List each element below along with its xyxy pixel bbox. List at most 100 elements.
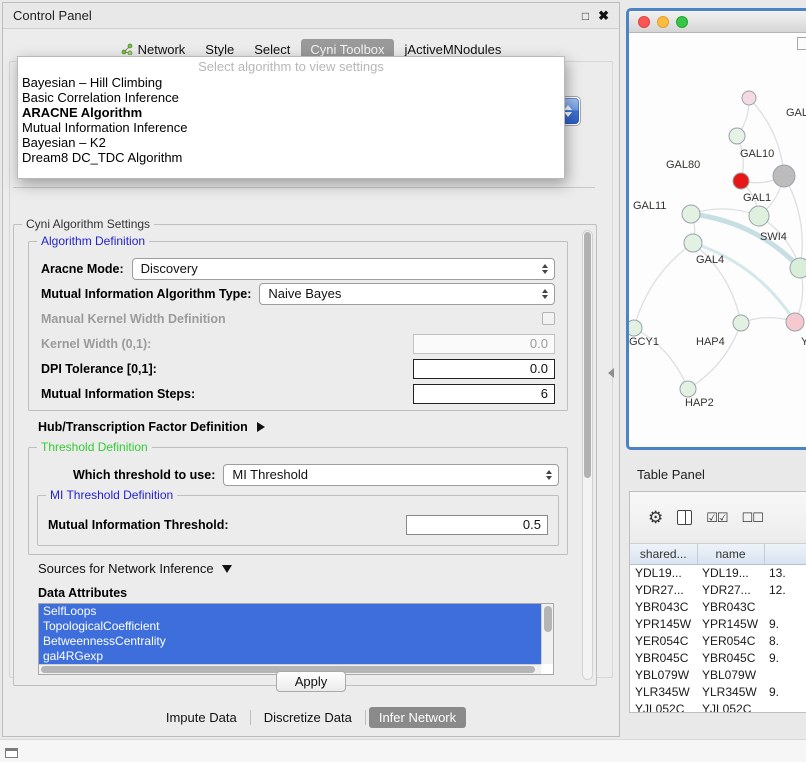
select-all-icon[interactable]: ☑☑ [706, 510, 727, 526]
close-panel-icon[interactable]: ✖ [598, 8, 609, 24]
table-row[interactable]: YBR043CYBR043C [630, 598, 806, 615]
table-row[interactable]: YPR145WYPR145W9. [630, 615, 806, 632]
network-node[interactable] [680, 381, 696, 397]
combo-arrows-icon [546, 470, 554, 480]
algorithm-option[interactable]: Bayesian – K2 [20, 135, 562, 150]
mi-threshold-field[interactable] [406, 515, 548, 535]
table-row[interactable]: YER054CYER054C8. [630, 632, 806, 649]
table-cell[interactable]: 8. [764, 632, 806, 649]
network-node[interactable] [629, 320, 642, 336]
network-canvas[interactable]: GALGAL80GAL10GAL11GAL1SWI4GAL4GCY1HAP4YH… [629, 33, 806, 447]
table-cell[interactable]: YBR043C [630, 598, 697, 615]
network-svg[interactable]: GALGAL80GAL10GAL11GAL1SWI4GAL4GCY1HAP4YH… [629, 33, 806, 447]
table-cell[interactable]: YJL052C [697, 700, 764, 713]
attribute-item[interactable]: SelfLoops [39, 604, 541, 619]
network-node[interactable] [749, 206, 769, 226]
list-vertical-scrollbar[interactable] [541, 604, 553, 664]
network-edge[interactable] [749, 98, 784, 176]
settings-scrollbar[interactable] [582, 230, 593, 680]
network-node[interactable] [682, 205, 700, 223]
dpi-tolerance-field[interactable] [413, 359, 555, 379]
table-cell[interactable]: 9. [764, 615, 806, 632]
close-button[interactable] [638, 16, 650, 28]
apply-button[interactable]: Apply [276, 671, 347, 692]
algorithm-option[interactable]: Basic Correlation Inference [20, 90, 562, 105]
algorithm-option[interactable]: Bayesian – Hill Climbing [20, 75, 562, 90]
table-cell[interactable]: 9. [764, 683, 806, 700]
network-edge[interactable] [688, 323, 741, 389]
table-cell[interactable]: YER054C [630, 632, 697, 649]
table-cell[interactable]: 12. [764, 581, 806, 598]
cyni-algorithm-settings-group: Cyni Algorithm Settings Algorithm Defini… [13, 224, 597, 686]
table-cell[interactable]: YLR345W [697, 683, 764, 700]
column-header-name[interactable]: name [697, 544, 764, 564]
network-node[interactable] [786, 313, 804, 331]
which-threshold-select[interactable]: MI Threshold [223, 464, 559, 486]
table-cell[interactable]: YDL19... [630, 564, 697, 581]
network-node[interactable] [742, 91, 756, 105]
table-cell[interactable]: YBR045C [697, 649, 764, 666]
minimize-button[interactable] [657, 16, 669, 28]
table-cell[interactable]: 9. [764, 649, 806, 666]
manual-kernel-checkbox[interactable] [542, 312, 555, 325]
table-cell[interactable]: YLR345W [630, 683, 697, 700]
network-node[interactable] [733, 173, 749, 189]
mi-type-select[interactable]: Naive Bayes [259, 283, 555, 305]
panel-collapse-handle[interactable] [608, 368, 614, 378]
sources-toggle[interactable]: Sources for Network Inference [28, 555, 568, 582]
table-cell[interactable]: YDR27... [630, 581, 697, 598]
algorithm-option[interactable]: ARACNE Algorithm [20, 105, 562, 120]
column-header-extra[interactable] [764, 544, 806, 564]
data-attributes-list[interactable]: SelfLoopsTopologicalCoefficientBetweenne… [38, 603, 554, 675]
deselect-all-icon[interactable]: ☐☐ [742, 510, 763, 526]
table-cell[interactable]: YER054C [697, 632, 764, 649]
gear-icon[interactable]: ⚙ [648, 508, 663, 528]
network-node[interactable] [729, 128, 745, 144]
table-cell[interactable]: YPR145W [697, 615, 764, 632]
table-cell[interactable]: YPR145W [630, 615, 697, 632]
table-cell[interactable]: 13. [764, 564, 806, 581]
mi-steps-field[interactable] [413, 384, 555, 404]
mi-threshold-group: MI Threshold Definition Mutual Informati… [37, 495, 559, 546]
zoom-button[interactable] [676, 16, 688, 28]
table-panel-title: Table Panel [629, 461, 806, 487]
kernel-width-field[interactable] [413, 334, 555, 354]
table-cell[interactable]: YBR043C [697, 598, 764, 615]
table-row[interactable]: YBR045CYBR045C9. [630, 649, 806, 666]
table-cell[interactable]: YBL079W [697, 666, 764, 683]
table-row[interactable]: YDL19...YDL19...13. [630, 564, 806, 581]
tab-discretize-data[interactable]: Discretize Data [254, 707, 362, 728]
table-row[interactable]: YLR345WYLR345W9. [630, 683, 806, 700]
table-cell[interactable]: YJL052C [630, 700, 697, 713]
table-cell[interactable] [764, 700, 806, 713]
algorithm-option[interactable]: Dream8 DC_TDC Algorithm [20, 150, 562, 165]
table-cell[interactable]: YBL079W [630, 666, 697, 683]
table-cell[interactable] [764, 598, 806, 615]
network-node[interactable] [773, 165, 795, 187]
aracne-mode-select[interactable]: Discovery [132, 258, 555, 280]
column-header-shared-name[interactable]: shared... [630, 544, 697, 564]
table-cell[interactable]: YDL19... [697, 564, 764, 581]
network-edge[interactable] [634, 243, 693, 328]
table-cell[interactable]: YBR045C [630, 649, 697, 666]
tab-impute-data[interactable]: Impute Data [156, 707, 247, 728]
network-node[interactable] [790, 258, 806, 278]
column-selector-icon[interactable] [677, 510, 692, 525]
network-node[interactable] [684, 234, 702, 252]
network-node[interactable] [733, 315, 749, 331]
attribute-item[interactable]: BetweennessCentrality [39, 634, 541, 649]
float-window-icon[interactable]: □ [582, 9, 589, 23]
hub-definition-toggle[interactable]: Hub/Transcription Factor Definition [28, 411, 568, 443]
tab-infer-network[interactable]: Infer Network [369, 707, 466, 728]
algorithm-option[interactable]: Mutual Information Inference [20, 120, 562, 135]
table-row[interactable]: YBL079WYBL079W [630, 666, 806, 683]
attribute-item[interactable]: gal4RGexp [39, 649, 541, 664]
section-divider [13, 187, 595, 188]
table-row[interactable]: YDR27...YDR27...12. [630, 581, 806, 598]
scrollbar-thumb[interactable] [584, 232, 591, 478]
table-cell[interactable]: YDR27... [697, 581, 764, 598]
table-row[interactable]: YJL052CYJL052C [630, 700, 806, 713]
table-cell[interactable] [764, 666, 806, 683]
minimized-panel-icon[interactable] [5, 748, 18, 758]
attribute-item[interactable]: TopologicalCoefficient [39, 619, 541, 634]
